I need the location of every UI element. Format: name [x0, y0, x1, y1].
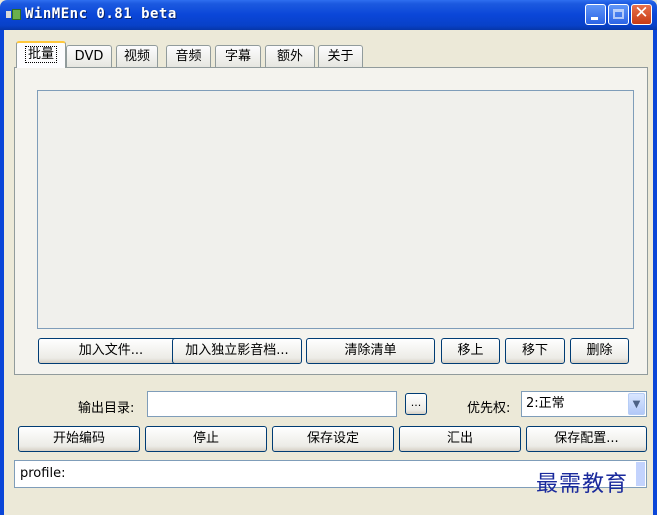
clear-list-button[interactable]: 清除清单 [306, 338, 435, 364]
tab-about[interactable]: 关于 [318, 45, 363, 67]
tab-dvd[interactable]: DVD [66, 45, 112, 67]
minimize-button[interactable] [585, 4, 606, 25]
tab-about-label: 关于 [327, 49, 354, 64]
export-button[interactable]: 汇出 [399, 426, 521, 452]
priority-value: 2:正常 [526, 396, 565, 411]
profile-scrollbar[interactable] [636, 462, 645, 486]
tab-dvd-label: DVD [74, 49, 104, 64]
output-dir-input[interactable] [147, 391, 397, 417]
move-down-button[interactable]: 移下 [505, 338, 565, 364]
title-bar[interactable]: WinMEnc 0.81 beta ✕ [0, 0, 657, 30]
save-settings-button[interactable]: 保存设定 [272, 426, 394, 452]
stop-button[interactable]: 停止 [145, 426, 267, 452]
maximize-button[interactable] [608, 4, 629, 25]
batch-panel: 加入文件... 加入独立影音档... 清除清单 移上 移下 删除 [14, 67, 648, 375]
maximize-icon [613, 9, 624, 19]
minimize-icon [591, 17, 598, 20]
start-encoding-button[interactable]: 开始编码 [18, 426, 140, 452]
close-button[interactable]: ✕ [631, 3, 652, 25]
tab-audio-label: 音频 [175, 49, 202, 64]
move-up-button[interactable]: 移上 [441, 338, 500, 364]
output-dir-label: 输出目录: [78, 401, 135, 416]
window-frame-right [653, 30, 657, 515]
tab-audio[interactable]: 音频 [166, 45, 211, 67]
delete-button[interactable]: 删除 [570, 338, 629, 364]
tab-video[interactable]: 视频 [116, 45, 158, 67]
app-icon[interactable] [6, 8, 22, 21]
tab-batch-label: 批量 [24, 46, 57, 63]
tab-subtitle-label: 字幕 [224, 49, 251, 64]
priority-select[interactable]: 2:正常 ▼ [521, 391, 647, 417]
watermark: 最需教育 [536, 472, 629, 497]
tab-subtitle[interactable]: 字幕 [215, 45, 261, 67]
priority-label: 优先权: [467, 401, 511, 416]
window-title: WinMEnc 0.81 beta [25, 6, 177, 22]
save-config-button[interactable]: 保存配置... [526, 426, 647, 452]
add-av-file-button[interactable]: 加入独立影音档... [172, 338, 302, 364]
browse-button[interactable]: ... [405, 393, 427, 415]
tab-batch[interactable]: 批量 [16, 41, 66, 68]
close-icon: ✕ [634, 3, 649, 23]
tab-extra[interactable]: 额外 [265, 45, 315, 67]
profile-label: profile: [20, 466, 66, 481]
tab-extra-label: 额外 [276, 49, 303, 64]
file-list[interactable] [37, 90, 634, 329]
add-file-button[interactable]: 加入文件... [38, 338, 184, 364]
tab-video-label: 视频 [123, 49, 150, 64]
window-frame-left [0, 30, 4, 515]
chevron-down-icon[interactable]: ▼ [628, 393, 645, 415]
